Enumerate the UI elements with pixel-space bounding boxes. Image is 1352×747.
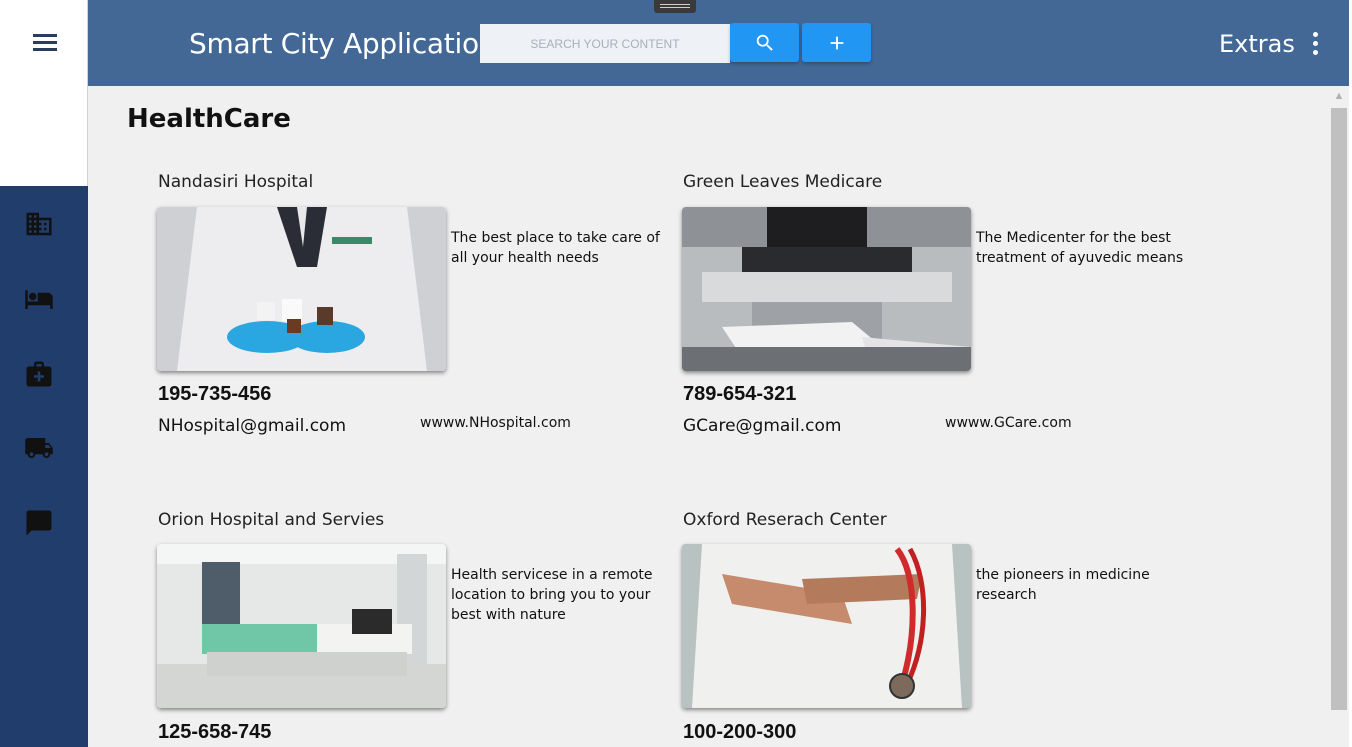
hamburger-menu-icon[interactable]: [33, 34, 57, 52]
card-name: Green Leaves Medicare: [683, 172, 883, 192]
extras-menu[interactable]: Extras: [1219, 30, 1295, 58]
medical-bag-icon[interactable]: [24, 359, 54, 389]
card-image: [682, 207, 971, 371]
card-name: Oxford Reserach Center: [683, 510, 887, 530]
scrollbar-thumb[interactable]: [1331, 108, 1347, 710]
card-name: Nandasiri Hospital: [158, 172, 314, 192]
card-website[interactable]: wwww.NHospital.com: [420, 415, 571, 431]
card-description: Health servicese in a remote location to…: [451, 567, 653, 623]
add-button[interactable]: [802, 23, 871, 62]
card-image: [682, 544, 971, 708]
card-phone: 100-200-300: [683, 721, 797, 743]
card-description: The best place to take care of all your …: [451, 230, 660, 266]
plus-icon: [830, 36, 843, 49]
card-website[interactable]: wwww.GCare.com: [945, 415, 1072, 431]
bed-icon[interactable]: [24, 284, 54, 314]
card-name: Orion Hospital and Servies: [158, 510, 385, 530]
building-icon[interactable]: [24, 209, 54, 239]
card-email[interactable]: GCare@gmail.com: [683, 416, 841, 436]
card-phone: 789-654-321: [683, 383, 797, 405]
chat-icon[interactable]: [24, 508, 54, 538]
card-phone: 195-735-456: [158, 383, 272, 405]
search-icon: [756, 34, 773, 51]
card-description: the pioneers in medicine research: [976, 567, 1150, 603]
search-input[interactable]: [480, 24, 730, 63]
truck-icon[interactable]: [24, 433, 54, 463]
card-image: [157, 207, 446, 371]
scroll-up-arrow-icon[interactable]: ▲: [1333, 90, 1345, 102]
card-description: The Medicenter for the best treatment of…: [976, 230, 1184, 266]
section-title: HealthCare: [127, 104, 291, 134]
card-image: [157, 544, 446, 708]
side-nav-rail: [0, 186, 88, 747]
card-email[interactable]: NHospital@gmail.com: [158, 416, 346, 436]
app-title: Smart City Application: [189, 27, 497, 60]
drag-handle[interactable]: [654, 0, 696, 13]
nav-header: [0, 0, 88, 186]
more-options-icon[interactable]: [1310, 32, 1320, 56]
search-button[interactable]: [730, 23, 799, 62]
app-header: Smart City Application Extras: [88, 0, 1352, 86]
card-phone: 125-658-745: [158, 721, 272, 743]
